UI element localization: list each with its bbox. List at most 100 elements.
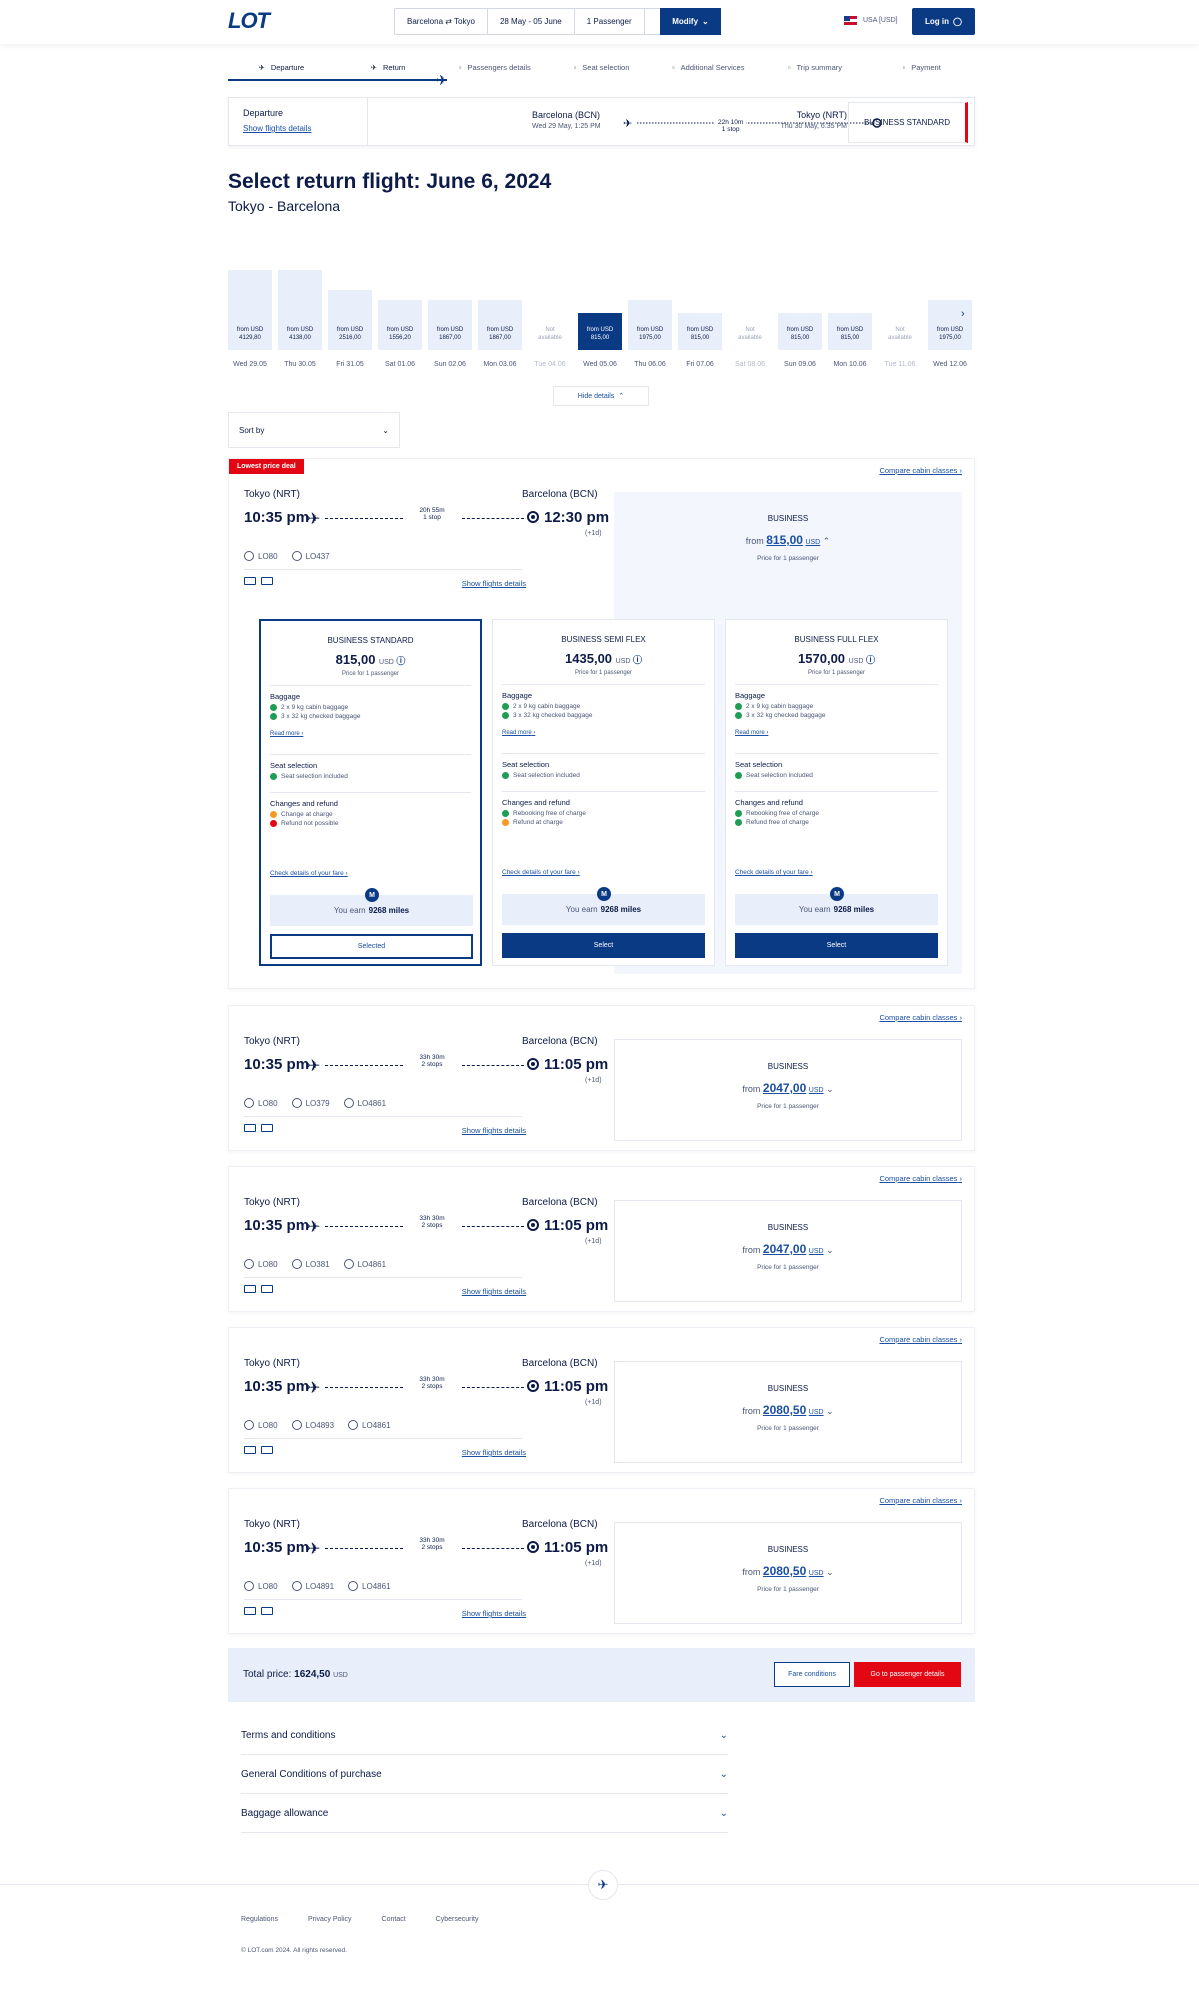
step-trip-summary[interactable]: ▫ Trip summary	[762, 52, 869, 82]
date-price-text: from USD	[436, 327, 464, 333]
step-payment[interactable]: ▫ Payment	[868, 52, 975, 82]
business-price-box[interactable]: BUSINESS from 815,00 USD ⌃ Price for 1 pas…	[614, 492, 962, 594]
origin-airport: Tokyo (NRT)	[244, 1358, 300, 1369]
show-flights-details-link[interactable]: Show flights details	[462, 1287, 526, 1296]
compare-cabin-classes-link[interactable]: Compare cabin classes ›	[879, 1496, 962, 1505]
step-additional-services[interactable]: ▫ Additional Services	[655, 52, 762, 82]
step-passengers-details[interactable]: ▫ Passengers details	[441, 52, 548, 82]
read-more-link[interactable]: Read more ›	[270, 731, 303, 737]
flight-card[interactable]: Compare cabin classes › Tokyo (NRT) Barcel…	[228, 1327, 975, 1473]
compare-cabin-classes-link[interactable]: Compare cabin classes ›	[879, 1335, 962, 1344]
screen-icon	[261, 1446, 273, 1454]
footer-link[interactable]: Cybersecurity	[436, 1916, 479, 1923]
price-currency: USD	[805, 539, 821, 546]
check-fare-details-link[interactable]: Check details of your fare ›	[735, 869, 813, 876]
chevron-down-icon: ⌄	[702, 17, 709, 26]
date-price-bar[interactable]: from USD 815,00	[678, 313, 722, 350]
footer-link[interactable]: Regulations	[241, 1916, 278, 1923]
select-button[interactable]: Select	[502, 933, 705, 958]
info-icon[interactable]: ⓘ	[394, 656, 405, 666]
flight-card[interactable]: Compare cabin classes › Tokyo (NRT) Barcel…	[228, 1005, 975, 1151]
date-price-bar[interactable]: from USD 1975,00	[628, 300, 672, 350]
date-label: Fri 31.05	[336, 361, 364, 368]
step-departure[interactable]: ✈ Departure	[228, 52, 335, 82]
select-button[interactable]: Select	[735, 933, 938, 958]
date-price-bar[interactable]: from USD 1975,00	[928, 300, 972, 350]
fare-conditions-button[interactable]: Fare conditions	[774, 1662, 850, 1687]
check-fare-details-link[interactable]: Check details of your fare ›	[270, 870, 348, 877]
date-price-text: 4129,80	[239, 335, 261, 341]
date-label: Tue 04.06	[534, 361, 566, 368]
date-price-bar[interactable]: from USD 815,00	[828, 313, 872, 350]
date-price-bar[interactable]: from USD 4129,80	[228, 270, 272, 350]
hide-details-button[interactable]: Hide details ⌃	[553, 386, 649, 406]
fare-option-card[interactable]: BUSINESS SEMI FLEX 1435,00 USD ⓘ Price for…	[492, 619, 715, 966]
plane-icon: ✈	[307, 1541, 321, 1558]
fare-option-card[interactable]: BUSINESS FULL FLEX 1570,00 USD ⓘ Price for…	[725, 619, 948, 966]
price-currency: USD	[808, 1087, 824, 1094]
flight-numbers: LO80 LO379 LO4861	[244, 1098, 386, 1108]
step-seat-selection[interactable]: ▫ Seat selection	[548, 52, 655, 82]
read-more-link[interactable]: Read more ›	[735, 730, 768, 736]
cabin-price: from 815,00 USD ⌃	[745, 533, 831, 547]
warning-icon	[270, 811, 277, 818]
read-more-link[interactable]: Read more ›	[502, 730, 535, 736]
date-price-bar[interactable]: from USD 4138,00	[278, 270, 322, 350]
price-per-passenger: Price for 1 passenger	[757, 555, 819, 562]
price-per-passenger: Price for 1 passenger	[757, 1425, 819, 1432]
info-icon[interactable]: ⓘ	[863, 655, 875, 665]
login-button[interactable]: Log in ◯	[912, 8, 975, 35]
fare-option-card[interactable]: BUSINESS STANDARD 815,00 USD ⓘ Price for 1…	[259, 619, 482, 966]
arrival-time: 11:05 pm	[544, 1056, 609, 1073]
date-price-text: from USD	[936, 327, 964, 333]
flight-card[interactable]: Compare cabin classes › Tokyo (NRT) Barcel…	[228, 1166, 975, 1312]
show-flights-details-link[interactable]: Show flights details	[462, 1126, 526, 1135]
accordion-item[interactable]: General Conditions of purchase ⌄	[241, 1755, 728, 1794]
origin-airport: Tokyo (NRT)	[244, 1519, 300, 1530]
date-price-bar[interactable]: from USD 1556,20	[378, 300, 422, 350]
fare-price-per-passenger: Price for 1 passenger	[807, 670, 866, 676]
footer-link[interactable]: Privacy Policy	[308, 1916, 352, 1923]
lot-logo[interactable]: LOT	[228, 8, 270, 34]
business-price-box[interactable]: BUSINESS from 2080,50 USD ⌄ Price for 1 pa…	[614, 1361, 962, 1463]
business-price-box[interactable]: BUSINESS from 2080,50 USD ⌄ Price for 1 pa…	[614, 1522, 962, 1624]
step-icon: ▫	[672, 62, 675, 72]
chevron-up-icon: ⌃	[820, 536, 831, 546]
show-flights-details-link[interactable]: Show flights details	[462, 1448, 526, 1457]
route-summary[interactable]: Barcelona ⇄ Tokyo	[395, 9, 488, 34]
passengers-summary[interactable]: 1 Passenger	[575, 9, 645, 34]
date-price-bar[interactable]: from USD 815,00	[578, 313, 622, 350]
locale-selector[interactable]: USA [USD]	[844, 16, 898, 25]
chevron-down-icon: ⌄	[823, 1245, 834, 1255]
baggage-item: 3 x 32 kg checked baggage	[735, 712, 938, 719]
date-price-bar[interactable]: from USD 815,00	[778, 313, 822, 350]
modify-button[interactable]: Modify ⌄	[660, 8, 721, 35]
date-price-bar[interactable]: from USD 1867,00	[478, 300, 522, 350]
selected-button[interactable]: Selected	[270, 934, 473, 959]
accordion-item[interactable]: Terms and conditions ⌄	[241, 1716, 728, 1755]
business-price-box[interactable]: BUSINESS from 2047,00 USD ⌄ Price for 1 pa…	[614, 1200, 962, 1302]
compare-cabin-classes-link[interactable]: Compare cabin classes ›	[879, 1013, 962, 1022]
date-price-bar[interactable]: from USD 1867,00	[428, 300, 472, 350]
show-flights-details-link[interactable]: Show flights details	[462, 1609, 526, 1618]
go-to-passenger-details-button[interactable]: Go to passenger details	[854, 1662, 961, 1687]
chevron-right-icon[interactable]: ›	[961, 308, 965, 320]
check-fare-details-link[interactable]: Check details of your fare ›	[502, 869, 580, 876]
sort-by-select[interactable]: Sort by ⌄	[228, 412, 400, 448]
dates-summary[interactable]: 28 May - 05 June	[488, 9, 575, 34]
airline-icon	[348, 1581, 359, 1591]
compare-cabin-classes-link[interactable]: Compare cabin classes ›	[879, 466, 962, 475]
date-price-bar[interactable]: from USD 2516,00	[328, 290, 372, 350]
steps-progress	[228, 79, 447, 81]
accordion-item[interactable]: Baggage allowance ⌄	[241, 1794, 728, 1833]
flight-card[interactable]: Compare cabin classes › Tokyo (NRT) Barcel…	[228, 1488, 975, 1634]
show-flights-details-link[interactable]: Show flights details	[462, 579, 526, 588]
footer-link[interactable]: Contact	[382, 1916, 406, 1923]
compare-cabin-classes-link[interactable]: Compare cabin classes ›	[879, 1174, 962, 1183]
step-return[interactable]: ✈ Return	[335, 52, 442, 82]
flight-numbers: LO80 LO437	[244, 551, 330, 561]
business-price-box[interactable]: BUSINESS from 2047,00 USD ⌄ Price for 1 pa…	[614, 1039, 962, 1141]
info-icon[interactable]: ⓘ	[630, 655, 642, 665]
show-flights-details-link[interactable]: Show flights details	[243, 124, 311, 133]
flight-card[interactable]: Lowest price deal Compare cabin classes ›…	[228, 458, 975, 989]
